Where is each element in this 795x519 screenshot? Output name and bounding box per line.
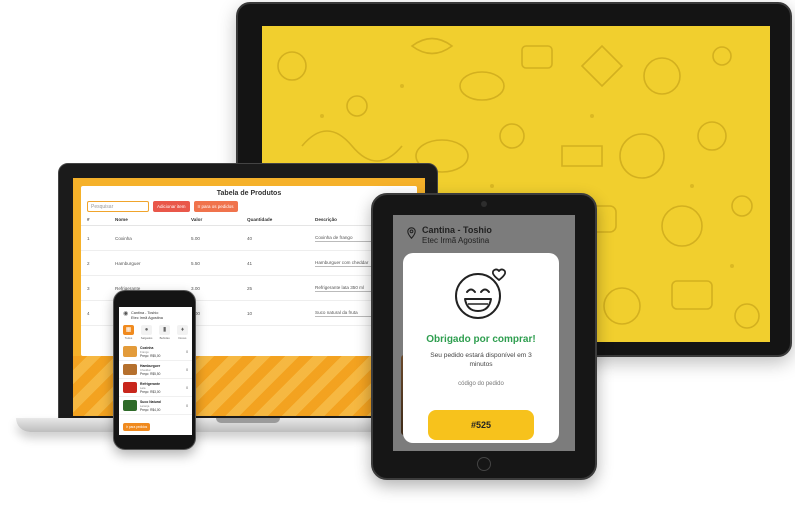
tab-label: Bebidas	[159, 336, 170, 340]
column-header-price: Valor	[191, 217, 203, 222]
snack-icon: ●	[141, 325, 153, 335]
list-item[interactable]: Hamburguer Cheddar Preço: R$5,50 0	[119, 361, 192, 379]
tab-snacks[interactable]: ● Salgados	[140, 325, 153, 340]
order-confirmation-modal: Obrigado por comprar! Seu pedido estará …	[403, 253, 559, 443]
location-pin-icon	[407, 227, 416, 239]
cell-id: 4	[87, 310, 90, 316]
page-title: Tabela de Produtos	[216, 190, 282, 197]
list-item[interactable]: Coxinha Frango Preço: R$5,00 0	[119, 343, 192, 361]
product-image	[123, 382, 137, 393]
table-toolbar: Pesquisar Adicionar item Ir para os pedi…	[81, 199, 417, 214]
product-image	[123, 400, 137, 411]
cell-quantity: 10	[247, 310, 253, 316]
phone-header: ◉ Cantina - Toshio Etec Irmã Agostina	[119, 307, 192, 322]
quantity-stepper[interactable]: 0	[186, 386, 188, 390]
product-info: Suco Natural Laranja Preço: R$4,00	[140, 400, 183, 412]
device-mockup-scene: Tabela de Produtos Pesquisar Adicionar i…	[0, 0, 795, 519]
cell-price: 5.00	[191, 235, 200, 241]
cell-name: Hamburguer	[115, 260, 141, 266]
search-input[interactable]: Pesquisar	[87, 201, 149, 212]
school-name: Etec Irmã Agostina	[131, 315, 163, 320]
product-info: Refrigerante Lata Preço: R$3,00	[140, 382, 183, 394]
tablet-screen: Cantina - Toshio Etec Irmã Agostina Obri…	[393, 215, 575, 451]
product-price: Preço: R$5,00	[140, 353, 161, 358]
cell-id: 3	[87, 285, 90, 291]
laptop-notch	[216, 418, 280, 423]
category-tabs: ▦ Todos ● Salgados ▮ Bebidas ♦ Doces	[119, 322, 192, 343]
go-to-orders-button[interactable]: Ir para pedidos	[123, 423, 151, 431]
cell-quantity: 25	[247, 285, 253, 291]
cell-quantity: 41	[247, 260, 253, 266]
school-name: Etec Irmã Agostina	[422, 236, 490, 245]
column-header-quantity: Quantidade	[247, 217, 273, 222]
cell-price: 3.00	[191, 285, 200, 291]
table-header: # Nome Valor Quantidade Descrição	[81, 214, 417, 226]
product-image	[123, 346, 137, 357]
drink-icon: ▮	[159, 325, 171, 335]
tab-label: Todos	[124, 336, 133, 340]
grid-icon: ▦	[123, 325, 134, 335]
home-button[interactable]	[477, 457, 491, 471]
store-name: Cantina - Toshio	[131, 311, 159, 315]
tablet: Cantina - Toshio Etec Irmã Agostina Obri…	[371, 193, 597, 480]
product-price: Preço: R$4,00	[140, 407, 161, 412]
product-image	[123, 364, 137, 375]
cell-price: 5.50	[191, 260, 200, 266]
tab-sweets[interactable]: ♦ Doces	[176, 325, 188, 340]
table-row[interactable]: 1 Coxinha 5.00 40 Coxinha de frango	[81, 226, 417, 251]
cell-id: 1	[87, 235, 90, 241]
column-header-name: Nome	[115, 217, 128, 222]
tab-label: Salgados	[140, 336, 153, 340]
add-item-button[interactable]: Adicionar item	[153, 201, 190, 212]
column-header-id: #	[87, 217, 90, 222]
list-item[interactable]: Suco Natural Laranja Preço: R$4,00 0	[119, 397, 192, 415]
cell-price: 4.00	[191, 311, 247, 316]
cell-id: 2	[87, 260, 90, 266]
order-code-badge: #525	[428, 410, 534, 440]
cell-name: Coxinha	[115, 235, 132, 241]
candy-icon: ♦	[176, 325, 188, 335]
product-price: Preço: R$3,00	[140, 389, 161, 394]
list-item[interactable]: Refrigerante Lata Preço: R$3,00 0	[119, 379, 192, 397]
product-info: Hamburguer Cheddar Preço: R$5,50	[140, 364, 183, 376]
table-row[interactable]: 2 Hamburguer 5.50 41 Hamburguer com ched…	[81, 251, 417, 276]
store-name: Cantina - Toshio	[422, 225, 492, 235]
order-code-label: código do pedido	[458, 381, 504, 387]
product-price: Preço: R$5,50	[140, 371, 161, 376]
tab-label: Doces	[178, 336, 187, 340]
smartphone: ◉ Cantina - Toshio Etec Irmã Agostina ▦ …	[113, 290, 196, 450]
happy-face-heart-icon	[455, 268, 507, 319]
store-header: Cantina - Toshio Etec Irmã Agostina	[393, 215, 575, 246]
cell-quantity: 40	[247, 235, 253, 241]
location-pin-icon: ◉	[123, 311, 129, 317]
camera-dot	[481, 201, 487, 207]
go-to-orders-button[interactable]: Ir para os pedidos	[193, 201, 238, 212]
tab-drinks[interactable]: ▮ Bebidas	[159, 325, 171, 340]
product-info: Coxinha Frango Preço: R$5,00	[140, 346, 183, 358]
thank-you-message: Obrigado por comprar!	[426, 334, 536, 345]
tab-all[interactable]: ▦ Todos	[123, 325, 134, 340]
order-ready-message: Seu pedido estará disponível em 3 minuto…	[430, 352, 532, 368]
quantity-stepper[interactable]: 0	[186, 368, 188, 372]
quantity-stepper[interactable]: 0	[186, 404, 188, 408]
phone-screen: ◉ Cantina - Toshio Etec Irmã Agostina ▦ …	[119, 307, 192, 435]
quantity-stepper[interactable]: 0	[186, 350, 188, 354]
